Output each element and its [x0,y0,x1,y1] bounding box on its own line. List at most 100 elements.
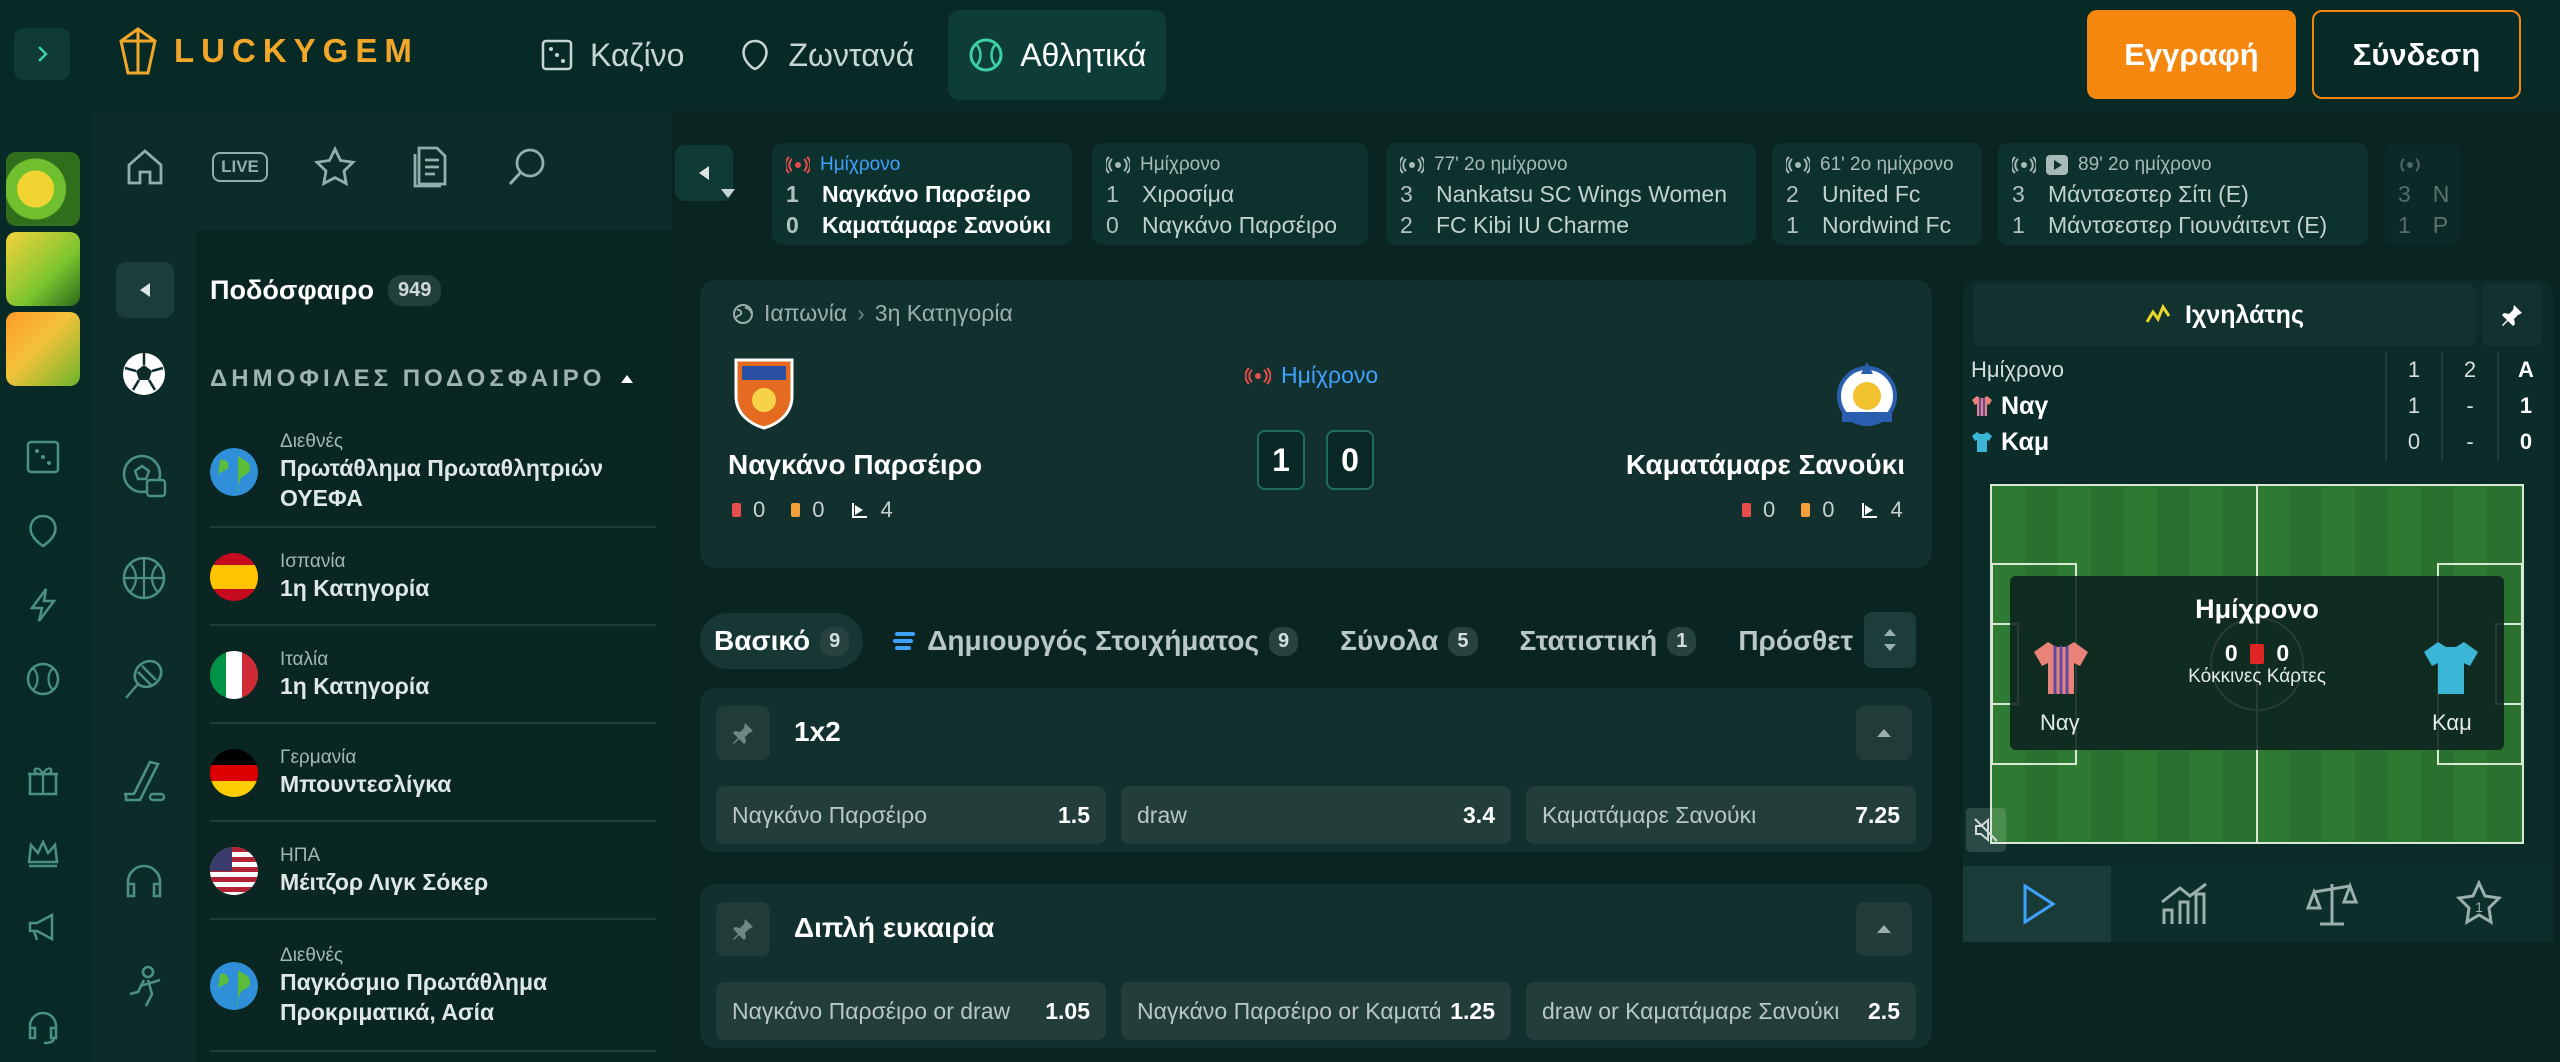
tracker-standings-tab[interactable]: 1 [2406,866,2554,942]
live-match-status: 77' 2ο ημίχρονο [1400,153,1742,177]
back-button[interactable] [116,262,174,318]
league-item[interactable]: Διεθνές Πρωτάθλημα Πρωταθλητριών ΟΥΕΦΑ [210,418,656,528]
tab-count: 9 [1269,626,1299,656]
team: Μάντσεστερ Γιουνάιτεντ (Ε) [2048,212,2328,238]
esports-soldier-icon[interactable] [120,962,168,1010]
nav-live[interactable]: Ζωντανά [718,10,934,100]
match-country: Ιαπωνία [764,300,848,326]
tracker-tab[interactable]: Ιχνηλάτης [1973,284,2476,346]
promo-dart-thumbnail[interactable] [6,152,80,226]
market-title: 1x2 [794,716,841,747]
collapse-all-button[interactable] [1864,612,1916,668]
popular-section-header[interactable]: ΔΗΜΟΦΙΛΕΣ ΠΟΔΟΣΦΑΙΡΟ [210,365,635,393]
logo-text: LUCKYGEM [174,32,419,69]
nav-sports[interactable]: Αθλητικά [948,10,1167,100]
favorites-button[interactable] [310,142,360,192]
league-item[interactable]: Γερμανία Μπουντεσλίγκα [210,726,656,822]
pin-market-button[interactable] [716,706,770,760]
league-item[interactable]: Διεθνές Παγκόσμιο Πρωτάθλημα Προκριματικ… [210,922,656,1052]
home-button[interactable] [120,142,170,192]
bar-chart-icon [2161,882,2208,924]
tab-bet-builder[interactable]: Δημιουργός Στοιχήματος 9 [877,613,1312,669]
logo[interactable]: LUCKYGEM [118,26,419,76]
score: 1 [2012,212,2025,238]
menu-toggle-button[interactable] [14,28,70,80]
home-red-count: 0 [753,497,766,522]
away-yellow-count: 0 [1822,497,1835,522]
odd-button[interactable]: draw 3.4 [1121,786,1511,844]
tab-main[interactable]: Βασικό 9 [700,613,864,669]
live-match-row: 3 Nankatsu SC Wings Women [1400,181,1742,208]
live-match-card[interactable]: 89' 2ο ημίχρονο 3 Μάντσεστερ Σίτι (Ε) 1 Μά… [1998,143,2368,245]
tennis-ball-icon [969,38,1003,72]
league-item[interactable]: ΗΠΑ Μέιτζορ Λιγκ Σόκερ [210,824,656,920]
live-match-card[interactable]: 3N 1P [2384,143,2460,245]
caret-down-icon [721,189,735,198]
document-icon [413,146,447,188]
yellow-card-icon [1801,503,1811,517]
star-icon [313,145,357,187]
crown-icon[interactable] [24,834,62,872]
scoreboard-header: Ημίχρονο 1 2 A [1963,352,2553,388]
scoreboard-cell: 1 [2385,388,2441,424]
lightning-icon[interactable] [24,586,62,624]
live-match-card[interactable]: 61' 2ο ημίχρονο 2 United Fc 1 Nordwind Fc [1772,143,1982,245]
home-score: 1 [1257,430,1305,490]
promo-bonus-thumbnail[interactable] [6,312,80,386]
nav-casino[interactable]: Καζίνο [520,10,704,100]
scoreboard-col: A [2497,352,2553,388]
league-item[interactable]: Ισπανία 1η Κατηγορία [210,530,656,626]
live-match-card[interactable]: Ημίχρονο 1 Ναγκάνο Παρσέιρο 0 Καματάμαρε Σ… [772,143,1072,245]
live-match-card[interactable]: 77' 2ο ημίχρονο 3 Nankatsu SC Wings Women… [1386,143,1756,245]
sport-count-badge: 949 [387,275,442,306]
basketball-icon[interactable] [120,554,168,602]
team: Nankatsu SC Wings Women [1436,181,1728,207]
pin-icon [733,919,753,940]
login-button[interactable]: Σύνδεση [2312,10,2521,99]
tracker-stats-tab[interactable] [2111,866,2259,942]
mute-button[interactable] [1966,808,2006,852]
odd-button[interactable]: Καματάμαρε Σανούκι 7.25 [1526,786,1916,844]
hockey-stick-icon[interactable] [120,758,168,806]
pin-icon [733,723,753,744]
odd-button[interactable]: Ναγκάνο Παρσέιρο or draw 1.05 [716,982,1106,1040]
chip-icon[interactable] [24,512,62,550]
match-breadcrumb[interactable]: Ιαπωνία › 3η Κατηγορία [732,300,1013,327]
megaphone-icon[interactable] [24,908,62,946]
nav-live-label: Ζωντανά [788,36,915,73]
live-strip-toggle[interactable] [700,165,756,221]
odd-value: 3.4 [1463,801,1495,828]
betslip-button[interactable] [406,142,456,192]
soccer-ball-icon[interactable] [120,350,168,398]
search-button[interactable] [502,142,552,192]
tennis-ball-icon[interactable] [24,660,62,698]
live-button[interactable]: LIVE [210,142,270,192]
globe-icon [733,303,753,324]
tracker-play-tab[interactable] [1963,866,2111,942]
tennis-racket-icon[interactable] [120,656,168,704]
pin-market-button[interactable] [716,902,770,956]
odd-button[interactable]: Ναγκάνο Παρσέιρο 1.5 [716,786,1106,844]
odd-button[interactable]: Ναγκάνο Παρσέιρο or Καματάμαρε Σανούκι 1.… [1121,982,1511,1040]
team: Μάντσεστερ Σίτι (Ε) [2048,181,2249,207]
league-item[interactable]: Ιταλία 1η Κατηγορία [210,628,656,724]
tab-totals[interactable]: Σύνολα 5 [1326,613,1491,669]
tab-additional[interactable]: Πρόσθετ [1724,613,1867,669]
soccer-virtual-icon[interactable] [120,452,168,500]
team: Ναγκάνο Παρσέιρο [1142,212,1338,238]
match-league: 3η Κατηγορία [874,300,1013,326]
headset-icon[interactable] [24,1008,62,1046]
collapse-market-button[interactable] [1856,706,1912,760]
headset-icon[interactable] [120,860,168,908]
pin-tracker-button[interactable] [2482,284,2542,346]
dice-icon[interactable] [24,438,62,476]
odd-button[interactable]: draw or Καματάμαρε Σανούκι 2.5 [1526,982,1916,1040]
promo-gift-thumbnail[interactable] [6,232,80,306]
register-button[interactable]: Εγγραφή [2087,10,2296,99]
gift-icon[interactable] [24,760,62,798]
live-match-row: 1P [2398,212,2448,239]
tab-statistics[interactable]: Στατιστική 1 [1506,613,1711,669]
tracker-lineups-tab[interactable] [2258,866,2406,942]
collapse-market-button[interactable] [1856,902,1912,956]
live-match-card[interactable]: Ημίχρονο 1 Χιροσίμα 0 Ναγκάνο Παρσέιρο [1092,143,1368,245]
